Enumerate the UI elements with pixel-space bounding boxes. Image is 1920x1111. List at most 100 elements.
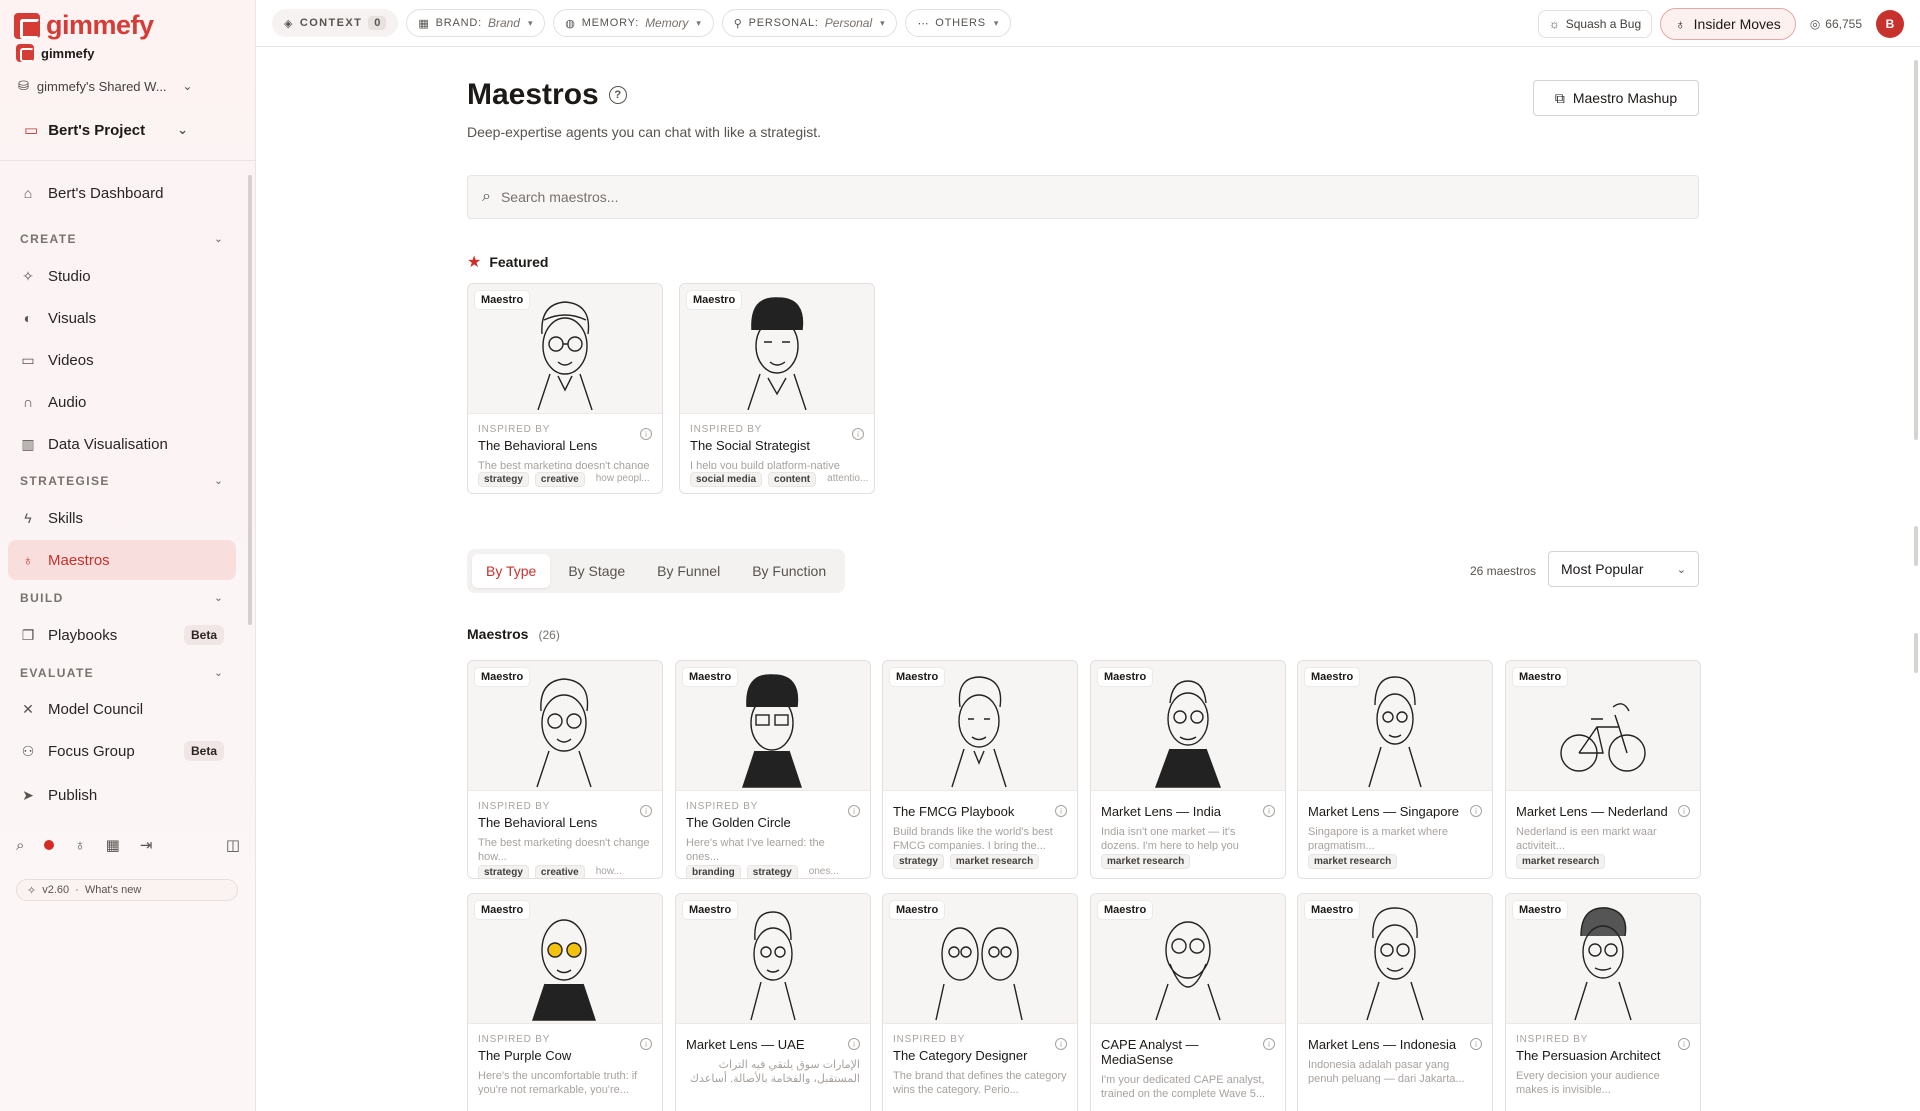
credits-counter[interactable]: ◎ 66,755 — [1804, 17, 1868, 31]
maestro-card[interactable]: Maestro i INSPIRED BY The Behavioral Lens Th… — [467, 660, 663, 879]
main-scrollbar[interactable] — [1914, 60, 1918, 440]
inspired-by-label: INSPIRED BY — [478, 1034, 551, 1045]
help-icon[interactable]: ? — [608, 86, 627, 104]
tab-by-funnel[interactable]: By Funnel — [643, 554, 734, 588]
maestro-card[interactable]: Maestro i INSPIRED BY The Category Designer… — [882, 893, 1078, 1111]
insider-moves-button[interactable]: ♁ Insider Moves — [1660, 7, 1796, 40]
project-switcher[interactable]: ▭ Bert's Project ⌄ — [8, 112, 204, 148]
info-icon[interactable]: i — [848, 805, 860, 817]
lightbulb-icon: ♁ — [1675, 15, 1686, 32]
memory-filter-pill[interactable]: ◍ MEMORY: Memory ▾ — [553, 9, 714, 37]
maestro-description: Singapore is a market where pragmatism..… — [1308, 826, 1449, 851]
maestro-card[interactable]: Maestro i Market Lens — UAE الإمارات سوق يل… — [675, 893, 871, 1111]
maestro-tag: Maestro — [1513, 668, 1568, 686]
info-icon[interactable]: i — [640, 1038, 652, 1050]
sidebar-item-model-council[interactable]: ✕ Model Council — [8, 689, 236, 729]
sidebar-item-dashboard[interactable]: ⌂ Bert's Dashboard — [8, 173, 236, 213]
lightbulb-icon[interactable]: ♁ — [74, 837, 85, 854]
memory-filter-value: Memory — [645, 16, 689, 30]
section-create[interactable]: CREATE ⌄ — [20, 232, 224, 246]
info-icon[interactable]: i — [1470, 805, 1482, 817]
search-input[interactable] — [500, 189, 1684, 205]
maestro-card[interactable]: Maestro i INSPIRED BY The Purple Cow Here's … — [467, 893, 663, 1111]
sidebar-item-playbooks[interactable]: ❐ Playbooks Beta — [8, 615, 236, 655]
sidebar-item-maestros[interactable]: ♁ Maestros — [8, 540, 236, 580]
logout-icon[interactable]: ⇥ — [140, 836, 153, 854]
sidebar-item-data-visualisation[interactable]: ▥ Data Visualisation — [8, 424, 236, 464]
maestro-portrait: Maestro — [468, 661, 662, 791]
info-icon[interactable]: i — [1678, 805, 1690, 817]
avatar[interactable]: B — [1876, 9, 1904, 38]
main-scrollbar-segment[interactable] — [1914, 633, 1918, 673]
context-pill[interactable]: ◈ CONTEXT 0 — [272, 9, 399, 37]
record-icon[interactable] — [44, 840, 55, 850]
maestro-card[interactable]: Maestro i The FMCG Playbook Build brands li… — [882, 660, 1078, 879]
tag-chip: how peopl... — [595, 473, 650, 484]
brand-filter-pill[interactable]: ▦ BRAND: Brand ▾ — [406, 9, 546, 37]
maestro-card[interactable]: Maestro i Market Lens — India India isn't o… — [1090, 660, 1286, 879]
info-icon[interactable]: i — [1263, 1038, 1275, 1050]
tag-chip: how... — [595, 866, 622, 877]
building-icon[interactable]: ▦ — [106, 836, 120, 854]
building-icon: ▦ — [418, 17, 430, 30]
search-icon[interactable]: ⌕ — [16, 837, 24, 854]
sidebar-item-publish[interactable]: ➤ Publish — [8, 775, 236, 815]
others-filter-pill[interactable]: ⋯ OTHERS ▾ — [905, 9, 1012, 37]
sidebar-item-audio[interactable]: ∩ Audio — [8, 382, 236, 422]
info-icon[interactable]: i — [1678, 1038, 1690, 1050]
info-icon[interactable]: i — [852, 428, 864, 440]
tag-chip: branding — [686, 865, 741, 878]
sidebar-item-visuals[interactable]: ◐ Visuals — [8, 298, 236, 338]
tab-by-stage[interactable]: By Stage — [554, 554, 639, 588]
section-evaluate[interactable]: EVALUATE ⌄ — [20, 666, 224, 680]
sort-select[interactable]: Most Popular ⌄ — [1548, 551, 1699, 587]
sidebar-item-studio[interactable]: ✧ Studio — [8, 256, 236, 296]
portrait-illustration — [1154, 680, 1222, 788]
collapse-sidebar-icon[interactable]: ◫ — [226, 836, 240, 854]
maestro-description: The brand that defines the category wins… — [893, 1070, 1067, 1095]
personal-filter-pill[interactable]: ⚲ PERSONAL: Personal ▾ — [721, 9, 898, 37]
sidebar-scrollbar[interactable] — [248, 175, 252, 625]
brand-logo[interactable]: gimmefy — [14, 10, 154, 41]
info-icon[interactable]: i — [1470, 1038, 1482, 1050]
maestro-card[interactable]: Maestro i INSPIRED BY The Golden Circle Here… — [675, 660, 871, 879]
maestro-tag: Maestro — [683, 668, 738, 686]
featured-card[interactable]: Maestro i INSPIRED BY The Social Strateg… — [679, 283, 875, 494]
workspace-switcher[interactable]: ⛁ gimmefy's Shared W... ⌄ — [18, 78, 193, 94]
coins-icon: ◎ — [1809, 16, 1821, 31]
search-bar: ⌕ — [467, 175, 1699, 219]
insider-moves-label: Insider Moves — [1693, 15, 1781, 32]
maestro-tags: market research — [1091, 851, 1285, 875]
maestro-mashup-button[interactable]: ⧉ Maestro Mashup — [1533, 80, 1699, 116]
info-icon[interactable]: i — [1263, 805, 1275, 817]
council-icon: ✕ — [22, 700, 34, 717]
section-strategise[interactable]: STRATEGISE ⌄ — [20, 474, 224, 488]
maestro-card[interactable]: Maestro i INSPIRED BY The Persuasion Archit… — [1505, 893, 1701, 1111]
info-icon[interactable]: i — [848, 1038, 860, 1050]
maestro-card[interactable]: Maestro i CAPE Analyst — MediaSense I'm you… — [1090, 893, 1286, 1111]
info-icon[interactable]: i — [1055, 1038, 1067, 1050]
layers-icon: ◈ — [284, 17, 294, 30]
tab-by-type[interactable]: By Type — [472, 554, 551, 588]
tag-chip: ones... — [808, 866, 839, 877]
squash-bug-button[interactable]: ☼ Squash a Bug — [1537, 9, 1653, 38]
maestro-description: Here's what I've learned: the ones... — [686, 837, 825, 862]
info-icon[interactable]: i — [1055, 805, 1067, 817]
maestro-description: I'm your dedicated CAPE analyst, trained… — [1101, 1074, 1266, 1099]
maestro-card[interactable]: Maestro i Market Lens — Singapore Singapore… — [1297, 660, 1493, 879]
sidebar-item-focus-group[interactable]: ⚇ Focus Group Beta — [8, 731, 236, 771]
sidebar-item-skills[interactable]: ϟ Skills — [8, 498, 236, 538]
brand-account[interactable]: gimmefy — [16, 44, 94, 62]
version-badge[interactable]: ✧ v2.60 · What's new — [16, 879, 238, 901]
maestro-card[interactable]: Maestro i Market Lens — Indonesia Indonesia… — [1297, 893, 1493, 1111]
section-build[interactable]: BUILD ⌄ — [20, 591, 224, 605]
tab-by-function[interactable]: By Function — [738, 554, 840, 588]
main-scrollbar-segment[interactable] — [1914, 526, 1918, 566]
sidebar-item-videos[interactable]: ▭ Videos — [8, 340, 236, 380]
info-icon[interactable]: i — [640, 428, 652, 440]
maestro-tag: Maestro — [1098, 901, 1153, 919]
info-icon[interactable]: i — [640, 805, 652, 817]
maestro-card[interactable]: Maestro i Market Lens — Nederland Nederland… — [1505, 660, 1701, 879]
maestro-mashup-label: Maestro Mashup — [1572, 90, 1678, 106]
featured-card[interactable]: Maestro i INSPIRED BY The Behavioral Len… — [467, 283, 663, 494]
